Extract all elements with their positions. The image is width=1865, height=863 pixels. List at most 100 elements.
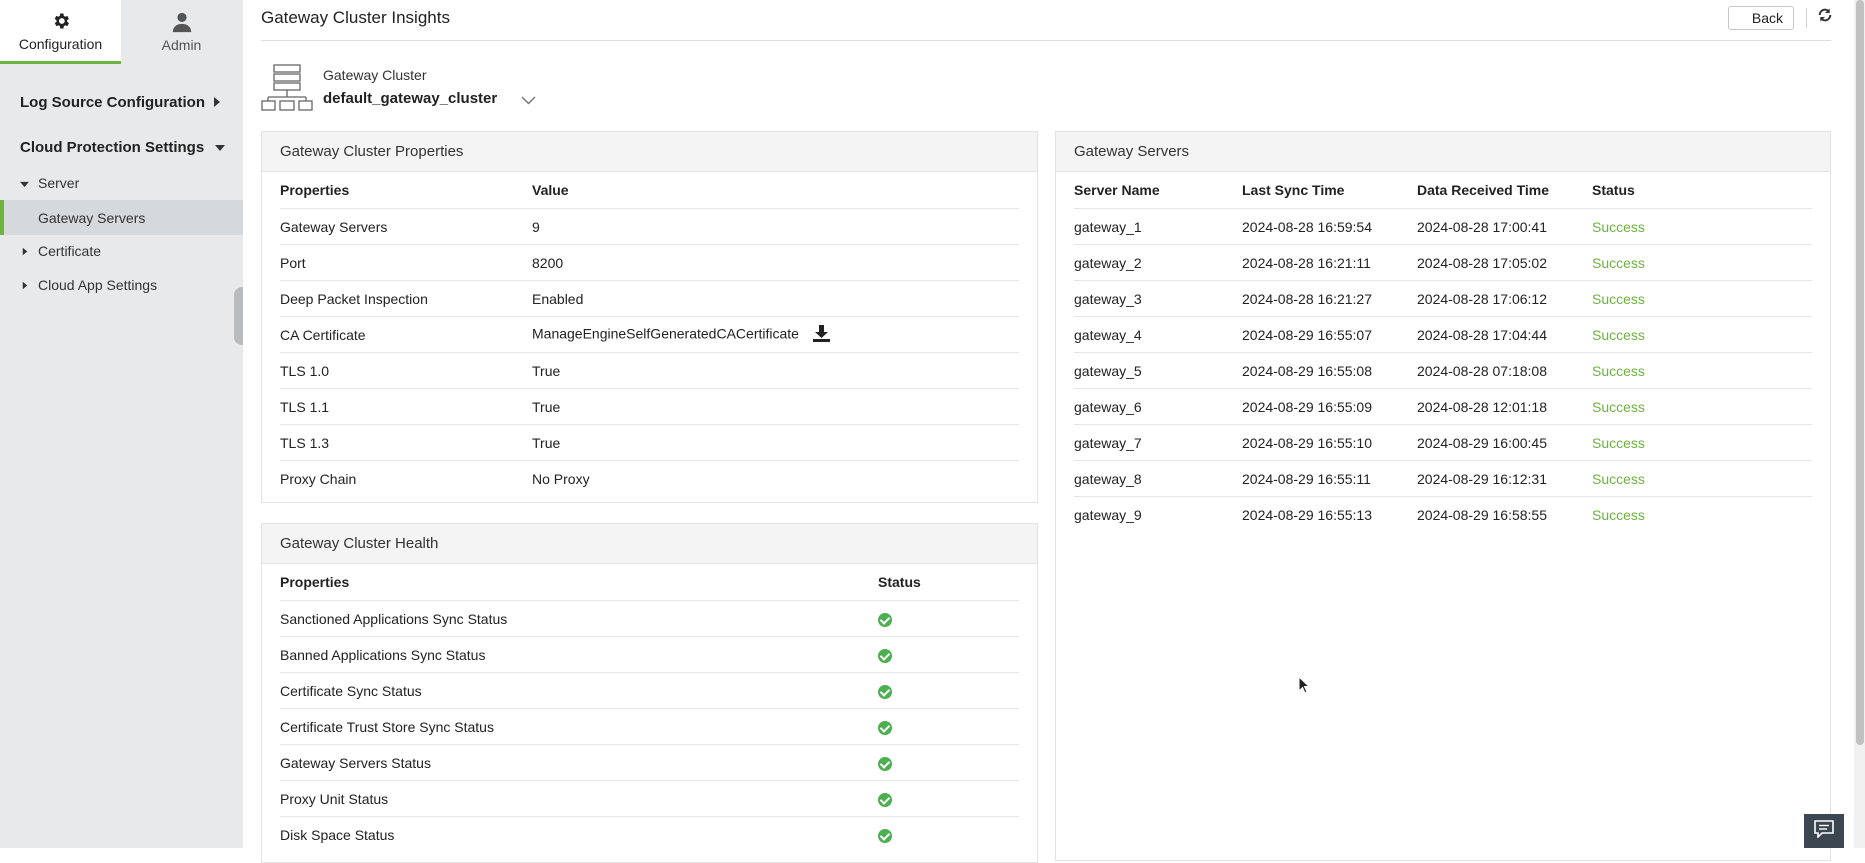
refresh-icon [1817, 7, 1833, 28]
caret-down-icon [20, 175, 29, 191]
server-name: gateway_2 [1074, 244, 1242, 281]
table-row: gateway_8 2024-08-29 16:55:11 2024-08-29… [1074, 460, 1812, 497]
header-divider [1806, 8, 1807, 28]
tab-configuration-label: Configuration [18, 35, 103, 52]
nav-item-certificate[interactable]: Certificate [22, 243, 101, 259]
status-cell [878, 817, 1019, 853]
gear-icon [50, 10, 72, 32]
property-name: Deep Packet Inspection [280, 280, 532, 317]
server-name: gateway_9 [1074, 506, 1142, 523]
table-row: TLS 1.3 True [280, 424, 1019, 461]
status-text: Success [1592, 280, 1812, 317]
table-row: Banned Applications Sync Status [280, 636, 1019, 673]
data-received-time: 2024-08-29 16:12:31 [1417, 460, 1592, 497]
property-name: CA Certificate [280, 316, 532, 353]
status-cell [878, 744, 1019, 781]
back-button[interactable]: Back [1728, 6, 1794, 30]
page-title: Gateway Cluster Insights [261, 8, 450, 27]
caret-right-icon [22, 243, 28, 259]
server-name: gateway_1 [1074, 208, 1242, 245]
data-received-time: 2024-08-28 17:05:02 [1417, 244, 1592, 281]
panel-title: Gateway Cluster Health [262, 524, 1037, 564]
table-header-row: Server Name Last Sync Time Data Received… [1074, 172, 1812, 209]
data-received-time: 2024-08-28 07:18:08 [1417, 352, 1592, 389]
scrollbar-thumb[interactable] [1856, 0, 1864, 745]
status-cell [878, 636, 1019, 673]
tab-configuration[interactable]: Configuration [0, 0, 121, 64]
property-value: No Proxy [532, 470, 590, 487]
server-name: gateway_3 [1074, 280, 1242, 317]
status-text: Success [1592, 316, 1812, 353]
tab-admin-label: Admin [161, 37, 202, 53]
cluster-properties-panel: Gateway Cluster Properties Properties Va… [261, 131, 1038, 503]
nav-item-gateway-servers[interactable]: Gateway Servers [0, 200, 243, 235]
refresh-button[interactable] [1816, 7, 1834, 28]
property-value: Enabled [532, 280, 1019, 317]
status-cell [878, 708, 1019, 745]
gateway-servers-table: Server Name Last Sync Time Data Received… [1074, 172, 1812, 532]
nav-cloud-protection-settings[interactable]: Cloud Protection Settings [20, 139, 225, 156]
download-icon[interactable] [812, 324, 830, 345]
table-row: Proxy Chain No Proxy [280, 461, 1019, 497]
health-table: Properties Status Sanctioned Application… [280, 564, 1019, 852]
back-button-label: Back [1751, 10, 1783, 26]
check-circle-icon [878, 756, 892, 771]
property-value: True [532, 424, 1019, 461]
status-cell [878, 600, 1019, 637]
check-circle-icon [878, 828, 892, 843]
property-value: 8200 [532, 244, 1019, 281]
nav-item-label: Cloud App Settings [38, 277, 158, 293]
table-row: CA Certificate ManageEngineSelfGenerated… [280, 316, 1019, 353]
last-sync-time: 2024-08-28 16:21:11 [1242, 244, 1417, 281]
server-name: gateway_4 [1074, 316, 1242, 353]
status-cell [878, 672, 1019, 709]
sidebar: Configuration Admin Log Source Configura… [0, 0, 243, 848]
property-value: True [532, 352, 1019, 389]
last-sync-time: 2024-08-29 16:55:07 [1242, 316, 1417, 353]
table-row: gateway_6 2024-08-29 16:55:09 2024-08-28… [1074, 388, 1812, 425]
table-header-row: Properties Status [280, 564, 1019, 601]
mouse-cursor-icon [1298, 675, 1311, 699]
sidebar-tabs: Configuration Admin [0, 0, 243, 64]
table-row: Gateway Servers 9 [280, 208, 1019, 245]
health-property: Disk Space Status [280, 826, 395, 843]
table-row: gateway_7 2024-08-29 16:55:10 2024-08-29… [1074, 424, 1812, 461]
property-name: TLS 1.0 [280, 352, 532, 389]
table-row: gateway_1 2024-08-28 16:59:54 2024-08-28… [1074, 208, 1812, 245]
property-name: TLS 1.1 [280, 388, 532, 425]
caret-right-icon [22, 277, 28, 293]
table-row: Disk Space Status [280, 817, 1019, 853]
chevron-down-icon[interactable] [521, 92, 536, 110]
status-cell [878, 780, 1019, 817]
data-received-time: 2024-08-28 17:04:44 [1417, 316, 1592, 353]
status-text: Success [1592, 244, 1812, 281]
health-property: Proxy Unit Status [280, 780, 878, 817]
last-sync-time: 2024-08-29 16:55:08 [1242, 352, 1417, 389]
last-sync-time: 2024-08-29 16:55:09 [1242, 388, 1417, 425]
chat-button[interactable] [1804, 814, 1844, 848]
column-header: Server Name [1074, 172, 1242, 209]
data-received-time: 2024-08-28 17:00:41 [1417, 208, 1592, 245]
status-text: Success [1592, 208, 1812, 245]
sidebar-collapse-handle[interactable] [234, 287, 243, 345]
status-text: Success [1592, 424, 1812, 461]
tab-admin[interactable]: Admin [121, 0, 242, 64]
gateway-servers-panel: Gateway Servers Server Name Last Sync Ti… [1055, 131, 1831, 861]
nav-section-label: Log Source Configuration [20, 94, 205, 111]
nav-item-cloud-app-settings[interactable]: Cloud App Settings [22, 277, 157, 293]
check-circle-icon [878, 720, 892, 735]
table-row: gateway_3 2024-08-28 16:21:27 2024-08-28… [1074, 280, 1812, 317]
data-received-time: 2024-08-29 16:58:55 [1417, 506, 1547, 523]
column-header: Properties [280, 172, 532, 209]
nav-item-server[interactable]: Server [20, 175, 79, 191]
table-row: gateway_2 2024-08-28 16:21:11 2024-08-28… [1074, 244, 1812, 281]
column-header: Value [532, 172, 1019, 209]
property-name: Gateway Servers [280, 208, 532, 245]
property-name: Port [280, 244, 532, 281]
caret-right-icon [213, 94, 221, 111]
cluster-select[interactable]: default_gateway_cluster [323, 90, 497, 107]
property-name: TLS 1.3 [280, 424, 532, 461]
nav-section-label: Cloud Protection Settings [20, 139, 205, 156]
nav-log-source-configuration[interactable]: Log Source Configuration [20, 94, 225, 111]
property-value: 9 [532, 208, 1019, 245]
